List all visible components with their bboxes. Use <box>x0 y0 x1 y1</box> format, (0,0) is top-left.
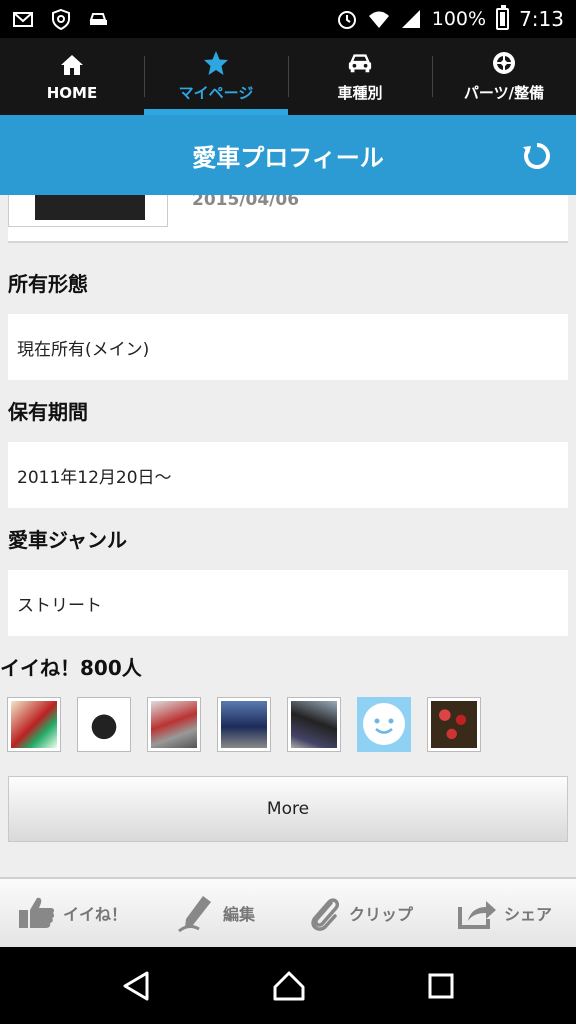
user-avatar[interactable] <box>357 697 411 752</box>
mail-notification-icon <box>13 12 33 27</box>
more-button[interactable]: More <box>8 776 568 842</box>
page-title: 愛車プロフィール <box>192 143 384 172</box>
tire-icon <box>491 50 517 76</box>
car-icon <box>347 50 373 76</box>
genre-heading: 愛車ジャンル <box>8 528 127 552</box>
tab-parts-label: パーツ/整備 <box>463 84 545 102</box>
ownership-heading: 所有形態 <box>8 272 88 296</box>
system-nav-bar <box>0 947 576 1024</box>
registration-date: 2015/04/06 <box>192 195 300 210</box>
tab-car-model-label: 車種別 <box>337 84 383 102</box>
home-nav-icon[interactable] <box>272 970 306 1002</box>
share-button[interactable]: シェア <box>432 879 576 947</box>
signal-icon <box>401 10 420 28</box>
user-avatar[interactable] <box>217 697 271 752</box>
likes-heading: イイね！800人 <box>0 656 142 680</box>
back-icon[interactable] <box>121 970 151 1002</box>
pencil-icon <box>178 896 211 933</box>
share-icon <box>457 901 496 929</box>
tab-home[interactable]: HOME <box>0 38 144 115</box>
recent-apps-icon[interactable] <box>427 972 455 1000</box>
ownership-value: 現在所有(メイン) <box>8 314 568 380</box>
shield-notification-icon <box>52 8 70 30</box>
like-button-label: イイね！ <box>62 905 127 924</box>
edit-button[interactable]: 編集 <box>144 879 288 947</box>
tab-parts[interactable]: パーツ/整備 <box>432 38 576 115</box>
share-button-label: シェア <box>503 905 552 924</box>
home-icon <box>59 52 85 78</box>
genre-value: ストリート <box>8 570 568 636</box>
car-notification-icon <box>89 13 107 25</box>
tab-home-label: HOME <box>46 83 98 102</box>
user-avatar[interactable] <box>7 697 61 752</box>
like-button[interactable]: イイね！ <box>0 879 144 947</box>
car-thumbnail[interactable] <box>8 195 168 227</box>
alarm-icon <box>337 11 356 29</box>
edit-button-label: 編集 <box>222 905 255 924</box>
user-avatar[interactable] <box>77 697 131 752</box>
tab-mypage-label: マイページ <box>178 84 254 102</box>
user-avatar[interactable] <box>147 697 201 752</box>
clock: 7:13 <box>519 7 564 31</box>
profile-content[interactable]: 2015/04/06 所有形態 現在所有(メイン) 保有期間 2011年12月2… <box>0 195 576 877</box>
thumbs-up-icon <box>18 897 55 928</box>
user-avatar[interactable] <box>427 697 481 752</box>
status-bar: 100% 7:13 <box>0 0 576 38</box>
title-bar: 愛車プロフィール <box>0 115 576 195</box>
clip-button-label: クリップ <box>348 905 413 924</box>
clip-button[interactable]: クリップ <box>288 879 432 947</box>
period-value: 2011年12月20日～ <box>8 442 568 508</box>
liked-users-list <box>7 697 481 752</box>
battery-percent: 100% <box>431 8 487 30</box>
user-avatar[interactable] <box>287 697 341 752</box>
period-heading: 保有期間 <box>8 400 88 424</box>
wifi-icon <box>368 11 389 28</box>
main-tab-bar: HOME マイページ 車種別 パーツ/整備 <box>0 38 576 115</box>
refresh-icon[interactable] <box>522 141 552 171</box>
action-bar: イイね！ 編集 クリップ シェア <box>0 877 576 947</box>
star-icon <box>203 50 229 76</box>
paperclip-icon <box>311 898 340 931</box>
battery-icon <box>496 5 510 30</box>
tab-car-model[interactable]: 車種別 <box>288 38 432 115</box>
tab-mypage[interactable]: マイページ <box>144 38 288 115</box>
